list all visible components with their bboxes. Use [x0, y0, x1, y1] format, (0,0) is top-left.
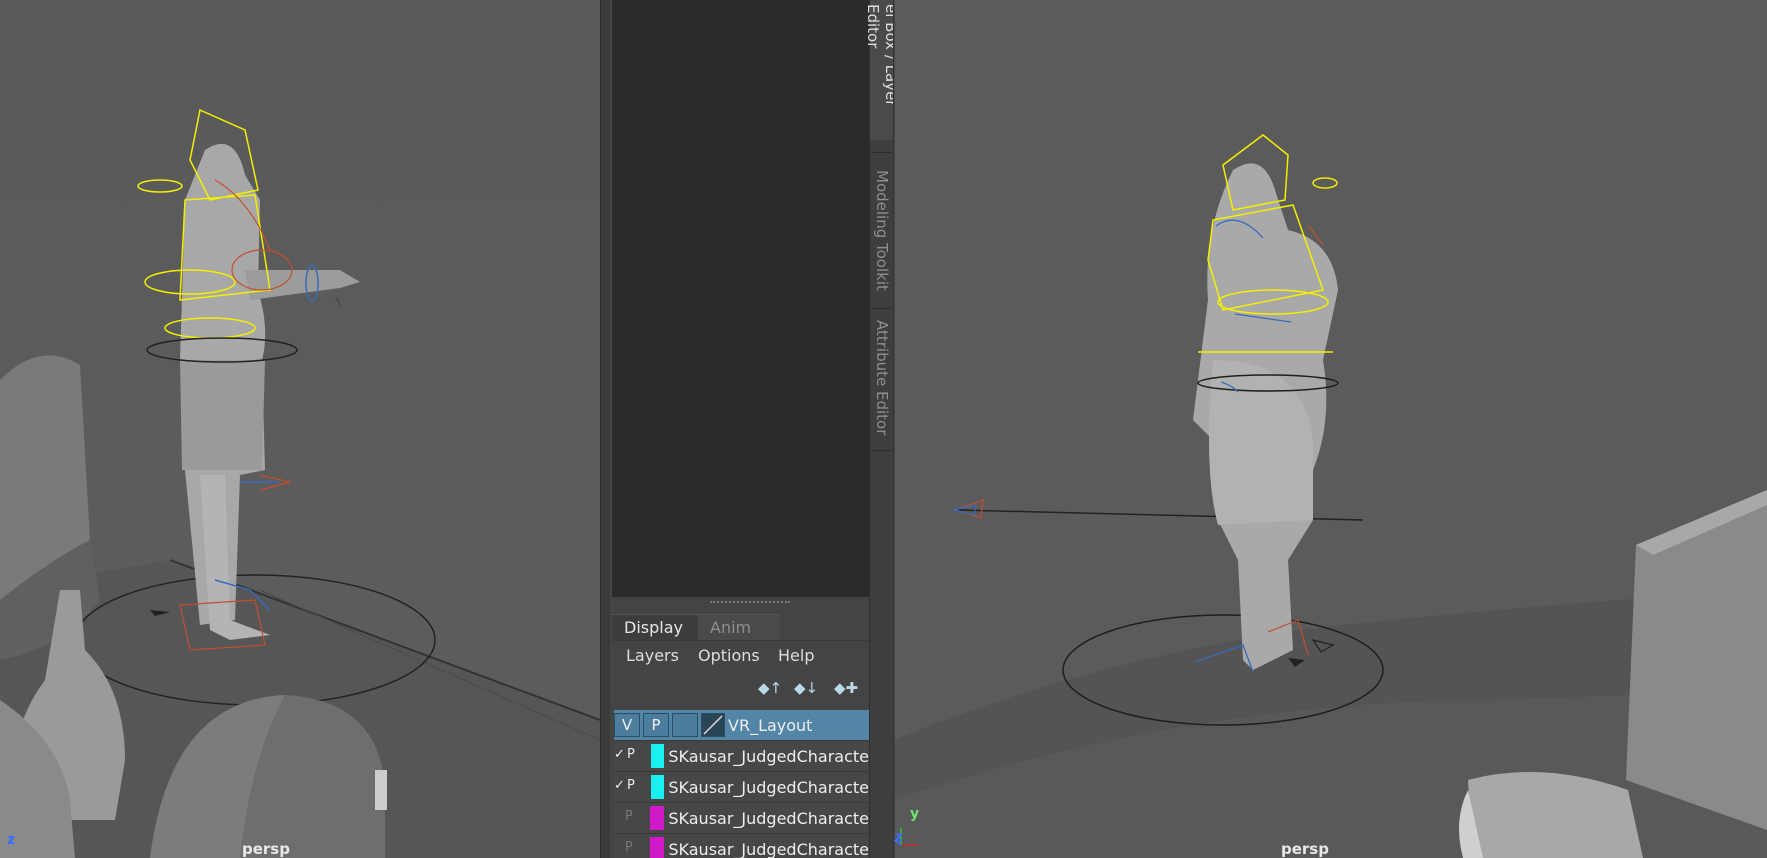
- layer-visibility-toggle[interactable]: ✓: [614, 775, 625, 799]
- layer-name[interactable]: SKausar_JudgedCharacte: [668, 840, 869, 858]
- tab-attribute-editor[interactable]: Attribute Editor: [870, 316, 894, 456]
- tab-display[interactable]: Display: [612, 614, 708, 641]
- tab-divider: [612, 640, 869, 641]
- layer-visibility-toggle[interactable]: ✓: [614, 744, 625, 768]
- layer-list: V P VR_Layout ✓ P SKausar_JudgedCharacte…: [614, 710, 869, 858]
- layer-row[interactable]: ✓ P SKausar_JudgedCharacte: [614, 772, 869, 803]
- layer-name[interactable]: SKausar_JudgedCharacte: [668, 747, 869, 766]
- layer-row[interactable]: P SKausar_JudgedCharacte: [614, 834, 869, 858]
- axis-y-label: y: [910, 806, 920, 822]
- viewport-right-persp[interactable]: y z persp: [893, 0, 1767, 858]
- move-layer-up-icon[interactable]: ◆↑: [757, 677, 783, 699]
- tab-channel-box-layer-editor[interactable]: el Box / Layer Editor: [864, 0, 900, 140]
- viewport-left-scene: [0, 108, 600, 858]
- layer-row[interactable]: ✓ P SKausar_JudgedCharacte: [614, 741, 869, 772]
- menu-help[interactable]: Help: [778, 644, 814, 668]
- viewport-right-scene: [893, 0, 1767, 858]
- layer-name[interactable]: SKausar_JudgedCharacte: [668, 809, 869, 828]
- layer-editor-panel: Display Anim Layers Options Help ◆↑ ◆↓ ◆…: [610, 0, 869, 858]
- layer-visibility-toggle[interactable]: V: [614, 713, 640, 737]
- create-layer-icon[interactable]: ◆✚: [833, 677, 859, 699]
- layer-display-type-toggle[interactable]: [672, 713, 698, 737]
- layer-playback-toggle[interactable]: P: [625, 837, 634, 858]
- axis-z-label: z: [895, 830, 903, 845]
- side-tab-strip: el Box / Layer Editor Modeling Toolkit A…: [864, 0, 900, 858]
- menu-layers[interactable]: Layers: [626, 644, 679, 668]
- layer-visibility-toggle[interactable]: [614, 837, 623, 858]
- layer-display-type-toggle[interactable]: [637, 775, 645, 799]
- layer-color-swatch[interactable]: [649, 806, 665, 830]
- layer-row[interactable]: P SKausar_JudgedCharacte: [614, 803, 869, 834]
- layer-playback-toggle[interactable]: P: [627, 744, 635, 768]
- viewport-left-persp[interactable]: persp z: [0, 0, 600, 858]
- layer-name[interactable]: SKausar_JudgedCharacte: [668, 778, 869, 797]
- layer-display-type-toggle[interactable]: [635, 837, 644, 858]
- layer-row-vr-layout[interactable]: V P VR_Layout: [614, 710, 869, 741]
- layer-color-swatch-empty[interactable]: [701, 713, 725, 737]
- layer-color-swatch[interactable]: [650, 775, 665, 799]
- axis-z-label: z: [7, 832, 16, 848]
- layer-color-swatch[interactable]: [649, 837, 665, 858]
- panel-resize-grip[interactable]: [710, 601, 790, 606]
- layer-playback-toggle[interactable]: P: [643, 713, 669, 737]
- viewport-camera-label: persp: [242, 840, 290, 858]
- layer-playback-toggle[interactable]: P: [625, 806, 634, 830]
- layer-display-type-toggle[interactable]: [637, 744, 645, 768]
- side-tab-divider: [872, 450, 892, 451]
- tab-anim[interactable]: Anim: [698, 614, 780, 641]
- layer-name[interactable]: VR_Layout: [728, 716, 812, 735]
- channel-box-area: [612, 0, 869, 597]
- layer-color-swatch[interactable]: [650, 744, 665, 768]
- side-tab-divider: [872, 308, 892, 309]
- viewport-camera-label: persp: [1281, 840, 1329, 858]
- layer-playback-toggle[interactable]: P: [627, 775, 635, 799]
- menu-options[interactable]: Options: [698, 644, 760, 668]
- layer-visibility-toggle[interactable]: [614, 806, 623, 830]
- move-layer-down-icon[interactable]: ◆↓: [793, 677, 819, 699]
- tab-modeling-toolkit[interactable]: Modeling Toolkit: [870, 166, 894, 306]
- side-tab-divider: [872, 152, 892, 153]
- layer-display-type-toggle[interactable]: [635, 806, 644, 830]
